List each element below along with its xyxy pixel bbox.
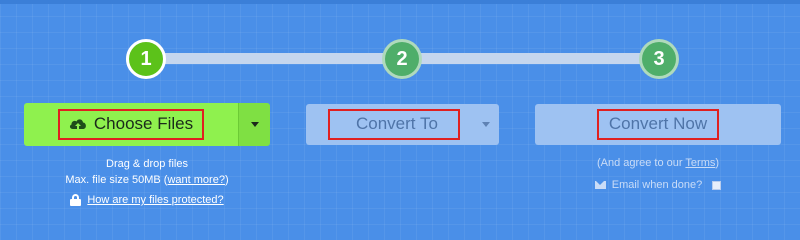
step-1-indicator: 1: [126, 39, 166, 79]
chevron-down-icon: [482, 122, 490, 127]
email-when-done-label: Email when done?: [611, 179, 703, 191]
convert-now-button[interactable]: Convert Now: [535, 104, 781, 145]
terms-link[interactable]: Terms: [685, 157, 715, 169]
max-size-text: Max. file size 50MB: [65, 174, 161, 186]
upload-info: Drag & drop files Max. file size 50MB (w…: [24, 156, 270, 208]
email-when-done-line: Email when done?: [535, 177, 781, 193]
choose-files-dropdown-toggle[interactable]: [238, 103, 270, 146]
files-protected-link[interactable]: How are my files protected?: [87, 192, 223, 208]
choose-files-group: Choose Files: [24, 103, 270, 146]
choose-files-button[interactable]: Choose Files: [24, 103, 238, 146]
lock-icon: [70, 194, 82, 206]
terms-line: (And agree to our Terms): [535, 155, 781, 171]
terms-prefix: (And agree to our: [596, 157, 686, 169]
convert-to-dropdown-toggle[interactable]: [473, 104, 499, 145]
paren-close: ): [224, 174, 229, 186]
cloud-upload-icon: [69, 119, 86, 130]
agree-info: (And agree to our Terms) Email when done…: [535, 155, 781, 193]
email-when-done-checkbox[interactable]: [712, 180, 722, 190]
step-3-indicator: 3: [639, 39, 679, 79]
top-strip: [0, 0, 800, 4]
drag-drop-text: Drag & drop files: [106, 158, 188, 170]
convert-now-highlight: Convert Now: [596, 109, 720, 140]
convert-to-highlight: Convert To: [328, 109, 460, 140]
convert-to-button[interactable]: Convert To: [306, 104, 473, 145]
choose-files-label: Choose Files: [93, 114, 194, 133]
protected-line: How are my files protected?: [24, 192, 270, 208]
chevron-down-icon: [250, 122, 259, 127]
convert-now-label: Convert Now: [608, 114, 708, 133]
terms-suffix: ): [715, 157, 720, 169]
envelope-icon: [594, 181, 606, 189]
step-2-indicator: 2: [382, 39, 422, 79]
convert-to-group: Convert To: [306, 104, 499, 145]
want-more-link[interactable]: want more?: [167, 174, 224, 186]
max-size-line: Max. file size 50MB (want more?): [24, 172, 270, 188]
choose-files-highlight: Choose Files: [57, 109, 205, 140]
convert-to-label: Convert To: [356, 114, 438, 133]
